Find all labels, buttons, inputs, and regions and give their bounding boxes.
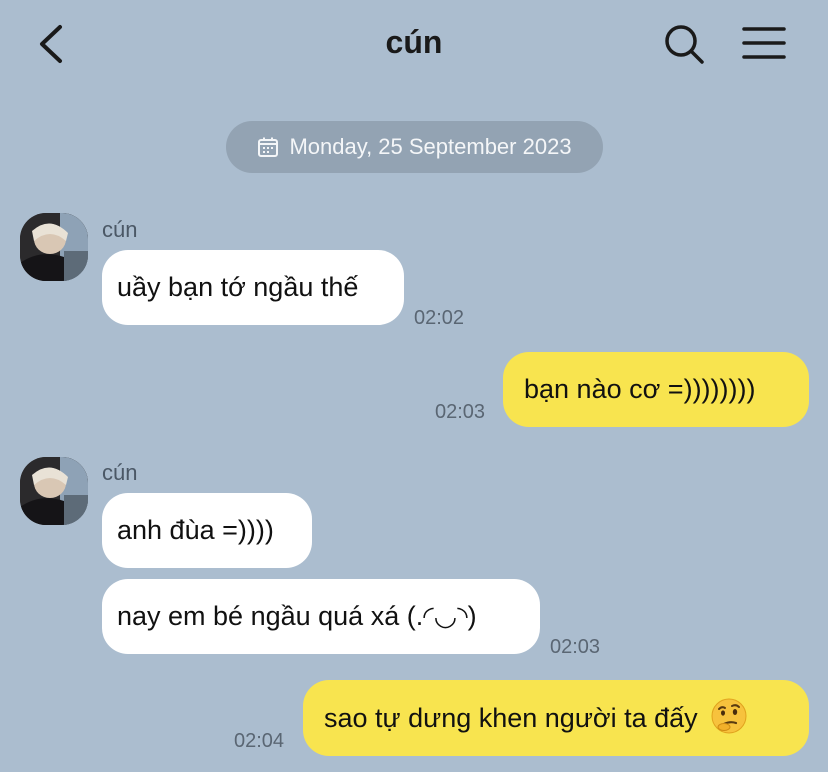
avatar-photo: [20, 213, 88, 281]
menu-button[interactable]: [742, 24, 786, 64]
message-bubble-incoming[interactable]: uầy bạn tớ ngầu thế: [102, 250, 404, 325]
message-text: nay em bé ngầu quá xá (.◜◡◝): [117, 601, 477, 631]
message-time: 02:03: [435, 401, 486, 423]
message-time: 02:04: [234, 730, 285, 752]
avatar-photo: [20, 457, 88, 525]
message-bubble-incoming[interactable]: anh đùa =)))): [102, 493, 312, 568]
date-separator: Monday, 25 September 2023: [226, 121, 603, 173]
message-text: uầy bạn tớ ngầu thế: [117, 272, 359, 302]
avatar[interactable]: [20, 213, 88, 281]
back-button[interactable]: [34, 24, 74, 64]
hamburger-menu-icon: [742, 27, 786, 59]
message-time: 02:03: [550, 636, 601, 658]
chevron-left-icon: [40, 25, 62, 63]
sender-name: cún: [102, 217, 138, 242]
search-button[interactable]: [662, 22, 706, 66]
message-text: bạn nào cơ =)))))))): [524, 374, 756, 404]
thinking-face-emoji-icon: [710, 697, 748, 740]
message-bubble-incoming[interactable]: nay em bé ngầu quá xá (.◜◡◝): [102, 579, 540, 654]
message-bubble-outgoing[interactable]: bạn nào cơ =)))))))): [503, 352, 809, 427]
header-bar: cún: [0, 0, 828, 90]
message-bubble-outgoing[interactable]: sao tự dưng khen người ta đấy: [303, 680, 809, 756]
message-text: anh đùa =)))): [117, 515, 274, 545]
calendar-icon: [258, 137, 279, 157]
message-time: 02:02: [414, 307, 465, 329]
search-icon: [665, 25, 704, 64]
avatar[interactable]: [20, 457, 88, 525]
date-label: Monday, 25 September 2023: [289, 134, 572, 159]
sender-name: cún: [102, 460, 138, 485]
message-text: sao tự dưng khen người ta đấy: [324, 702, 698, 733]
